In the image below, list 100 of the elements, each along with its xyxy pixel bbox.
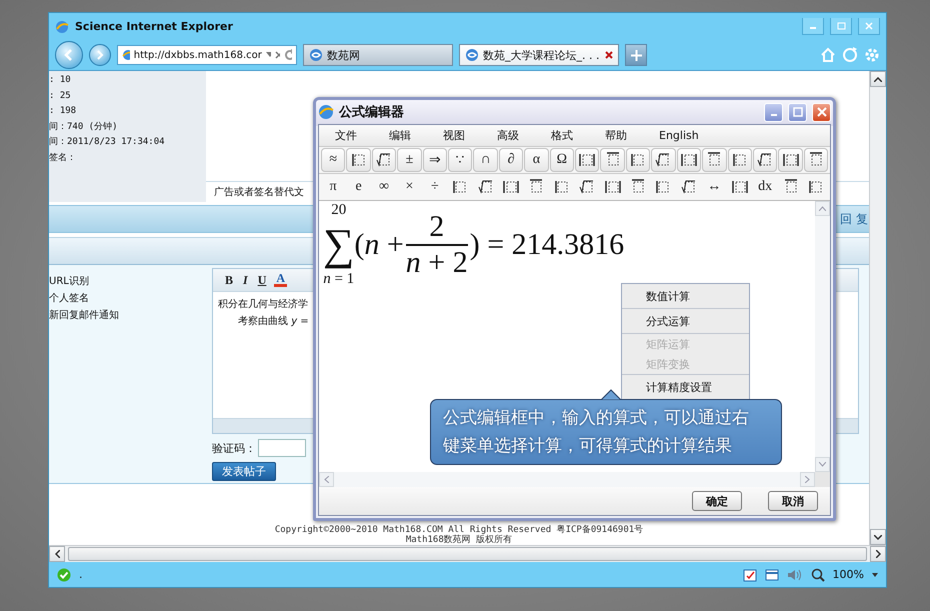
template-button[interactable] — [676, 148, 702, 172]
stat-text: 间：740 (分钟) — [49, 120, 119, 134]
close-button[interactable] — [858, 18, 880, 35]
template-button[interactable] — [752, 148, 778, 172]
template-icon — [630, 152, 646, 168]
menu-item[interactable]: 格式 — [551, 128, 573, 143]
symbol-button[interactable]: ± — [397, 148, 422, 172]
template-button[interactable] — [372, 148, 396, 172]
format-button[interactable]: B — [223, 272, 236, 288]
site-icon — [309, 48, 323, 62]
maximize-icon — [792, 107, 802, 117]
symbol-button[interactable]: e — [346, 175, 371, 199]
reply-link[interactable]: 回 复 — [840, 210, 868, 228]
page-icon — [122, 49, 130, 61]
template-icon — [655, 152, 672, 168]
minimize-button[interactable] — [802, 18, 824, 35]
template-button[interactable] — [626, 148, 650, 172]
submit-button[interactable]: 发表帖子 — [212, 462, 276, 481]
status-text: . — [79, 568, 84, 581]
template-button[interactable] — [778, 148, 803, 172]
template-icon — [808, 179, 824, 195]
captcha-field[interactable] — [258, 439, 306, 457]
maximize-icon — [836, 22, 846, 30]
template-icon — [782, 152, 799, 168]
close-icon — [816, 107, 826, 117]
symbol-button[interactable]: Ω — [550, 148, 574, 172]
forward-button[interactable] — [89, 44, 111, 66]
template-button[interactable] — [575, 148, 600, 172]
symbol-button[interactable]: π — [321, 175, 346, 199]
editor-text: 考察由曲线 y = — [237, 314, 309, 328]
denominator: n + 2 — [406, 246, 468, 280]
format-button[interactable]: U — [256, 272, 268, 288]
template-button[interactable] — [651, 148, 676, 172]
template-button[interactable] — [728, 148, 752, 172]
chevron-down-icon — [874, 534, 882, 540]
menu-item[interactable]: 视图 — [443, 128, 465, 143]
symbol-button[interactable]: ≈ — [321, 148, 346, 172]
symbol-button[interactable]: ∂ — [498, 148, 524, 172]
context-menu-item[interactable]: 分式运算 — [622, 308, 749, 333]
window-title: Science Internet Explorer — [75, 20, 234, 33]
template-icon — [478, 179, 494, 195]
dialog-button[interactable]: 取消 — [768, 491, 818, 511]
refresh-icon[interactable] — [284, 49, 292, 61]
zoom-level[interactable]: 100% — [832, 568, 864, 581]
template-icon — [503, 179, 520, 195]
vertical-scrollbar[interactable] — [869, 71, 886, 545]
dialog-button[interactable]: 确定 — [692, 491, 742, 511]
caret-icon[interactable] — [872, 572, 878, 576]
template-button[interactable] — [346, 148, 371, 172]
scrollbar-thumb[interactable] — [68, 547, 867, 561]
browser-logo-icon — [55, 20, 69, 34]
symbol-button[interactable]: ÷ — [422, 175, 448, 199]
sum-symbol: ∑ — [323, 219, 354, 271]
format-button[interactable]: A — [274, 273, 288, 287]
symbol-button[interactable]: ↔ — [702, 175, 726, 199]
dropdown-caret-icon[interactable] — [266, 52, 272, 58]
plus-icon — [630, 50, 642, 60]
maximize-button[interactable] — [830, 18, 852, 35]
scroll-up-button[interactable] — [870, 71, 886, 87]
copyright-text: Math168数苑网 版权所有 — [406, 535, 512, 545]
symbol-button[interactable]: ∩ — [473, 148, 498, 172]
callout-tooltip: 公式编辑框中，输入的算式，可以通过右键菜单选择计算，可得算式的计算结果 — [430, 399, 782, 465]
template-icon — [680, 179, 697, 195]
stat-text: 间：2011/8/23 17:34:04 — [49, 136, 166, 149]
menu-item[interactable]: 帮助 — [605, 128, 627, 143]
format-button[interactable]: I — [241, 272, 250, 288]
scroll-left-button[interactable] — [49, 546, 65, 562]
context-menu-item[interactable]: 数值计算 — [622, 284, 749, 308]
template-icon — [782, 179, 799, 195]
symbol-button[interactable]: × — [397, 175, 422, 199]
symbol-button[interactable]: α — [524, 148, 549, 172]
template-button[interactable] — [702, 148, 726, 172]
scroll-down-button[interactable] — [870, 529, 886, 545]
template-icon — [808, 152, 824, 168]
zoom-icon[interactable] — [810, 568, 825, 582]
symbol-button[interactable]: ∵ — [448, 148, 472, 172]
menu-item[interactable]: 文件 — [335, 128, 357, 143]
template-button[interactable] — [600, 148, 625, 172]
template-icon — [630, 179, 646, 195]
template-icon — [757, 152, 774, 168]
browser-tab[interactable]: 数苑_大学课程论坛_. . . — [459, 44, 619, 66]
window-icon[interactable] — [764, 568, 779, 582]
symbol-button[interactable]: dx — [752, 175, 778, 199]
symbol-button[interactable]: ⇒ — [422, 148, 448, 172]
close-icon — [865, 22, 873, 30]
menu-item[interactable]: 高级 — [497, 128, 519, 143]
template-button[interactable] — [804, 148, 828, 172]
numerator: 2 — [429, 210, 444, 244]
menu-item[interactable]: 编辑 — [389, 128, 411, 143]
menu-item[interactable]: English — [659, 129, 699, 142]
symbol-button[interactable]: ∞ — [372, 175, 396, 199]
chevron-up-icon — [819, 206, 826, 211]
horizontal-scrollbar[interactable] — [49, 545, 886, 562]
new-tab-button[interactable] — [625, 44, 647, 66]
option-label: URL识别 — [49, 275, 90, 289]
scroll-right-button[interactable] — [870, 546, 886, 562]
close-tab-icon[interactable] — [605, 51, 613, 59]
address-field[interactable]: http://dxbbs.math168.cor — [117, 45, 297, 65]
back-button[interactable] — [55, 41, 83, 69]
browser-tab[interactable]: 数苑网 — [303, 44, 453, 66]
